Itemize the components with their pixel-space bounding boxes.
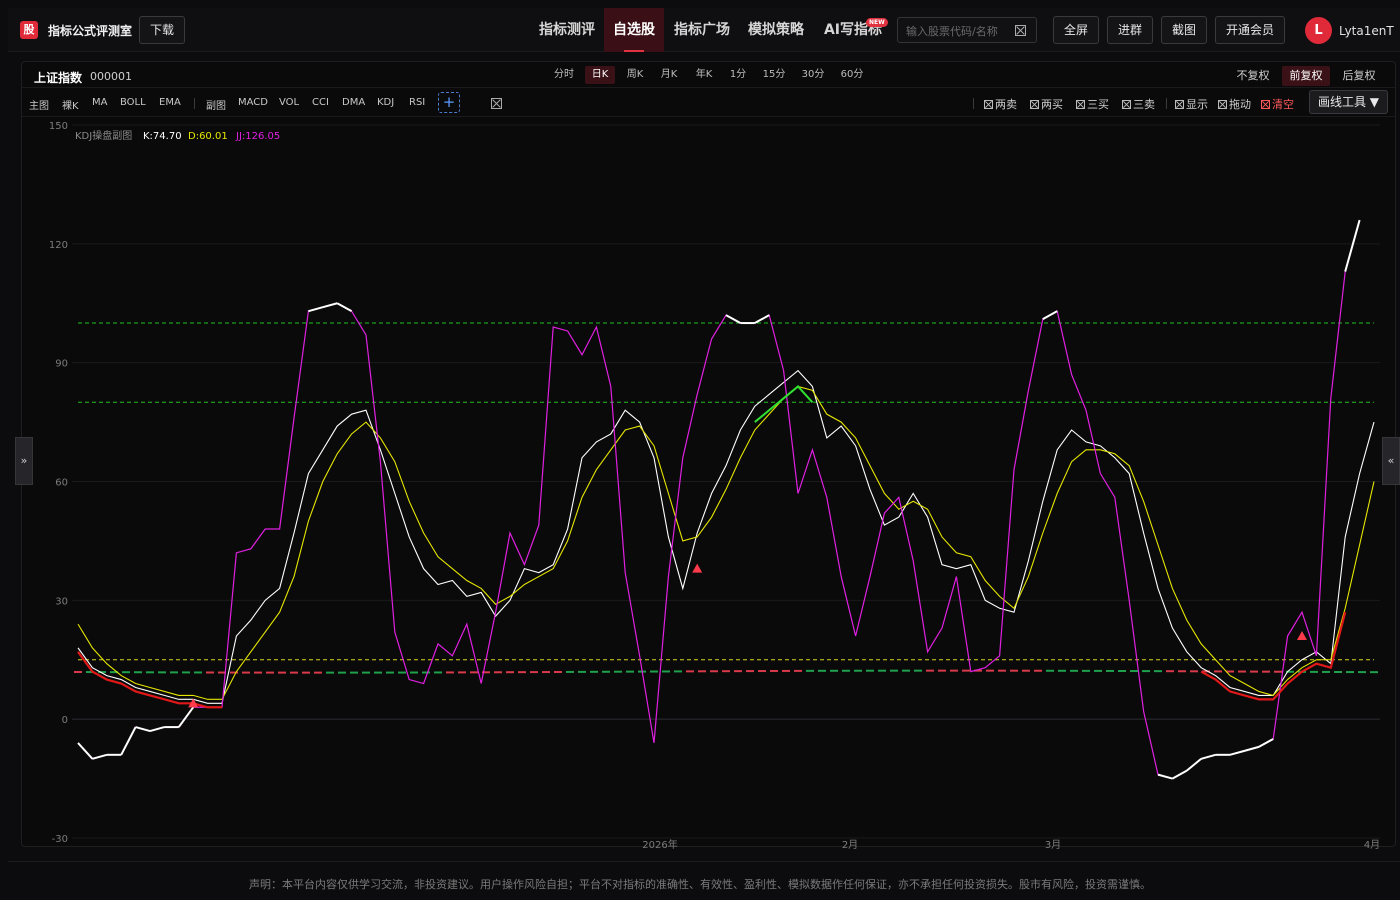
y-tick-label: 30 [55,596,68,607]
j-extreme-segment [754,314,770,324]
j-extreme-segment [135,726,151,733]
k-peak-highlight [754,385,814,423]
j-extreme-segment [1229,749,1245,756]
j-extreme-segment [308,306,324,313]
buy-signal-icon [692,563,703,573]
series-line-jj [77,219,1361,780]
y-tick-label: 120 [49,240,68,251]
j-extreme-segment [1186,758,1202,772]
indicator-legend: D:60.01 [188,131,228,142]
expand-right-button[interactable]: « [1382,437,1400,485]
x-tick-label: 3月 [1045,839,1061,851]
indicator-legend: K:74.70 [143,131,182,142]
j-extreme-segment [77,742,94,760]
j-extreme-segment [177,706,195,728]
j-extreme-segment [725,314,741,324]
j-extreme-segment [1157,773,1173,780]
j-extreme-segment [1200,753,1216,760]
x-tick-label: 4月 [1364,839,1380,851]
y-tick-label: 90 [55,359,68,370]
j-extreme-segment [1244,745,1260,752]
j-extreme-segment [322,302,338,309]
j-extreme-segment [92,753,108,760]
y-tick-label: 150 [49,121,68,132]
y-tick-label: -30 [52,834,68,845]
j-extreme-segment [336,302,353,313]
y-tick-label: 60 [55,478,68,489]
oversold-line [1200,611,1347,701]
j-extreme-segment [1344,219,1361,272]
series-line-d [77,385,1375,700]
j-extreme-segment [1171,769,1188,780]
j-extreme-segment [149,726,165,733]
expand-left-button[interactable]: » [15,437,33,485]
x-tick-label: 2月 [842,839,858,851]
j-extreme-segment [120,726,137,756]
footer-divider [8,861,1400,862]
buy-signal-icon [1297,630,1307,640]
disclaimer-text: 声明：本平台内容仅供学习交流，非投资建议。用户操作风险自担；平台不对指标的准确性… [249,878,1151,891]
j-extreme-segment [1258,738,1274,748]
kdj-chart[interactable]: 150 120 90 60 30 0 -30 2026年 2月 3月 4月 KDJ操盘副图 K:74.7… [0,0,1400,900]
indicator-legend: KDJ操盘副图 [75,129,132,142]
y-tick-label: 0 [62,715,68,726]
j-extreme-segment [1042,310,1058,320]
x-tick-label: 2026年 [642,838,677,851]
indicator-legend: JJ:126.05 [235,131,280,142]
series-line-k [77,369,1375,704]
